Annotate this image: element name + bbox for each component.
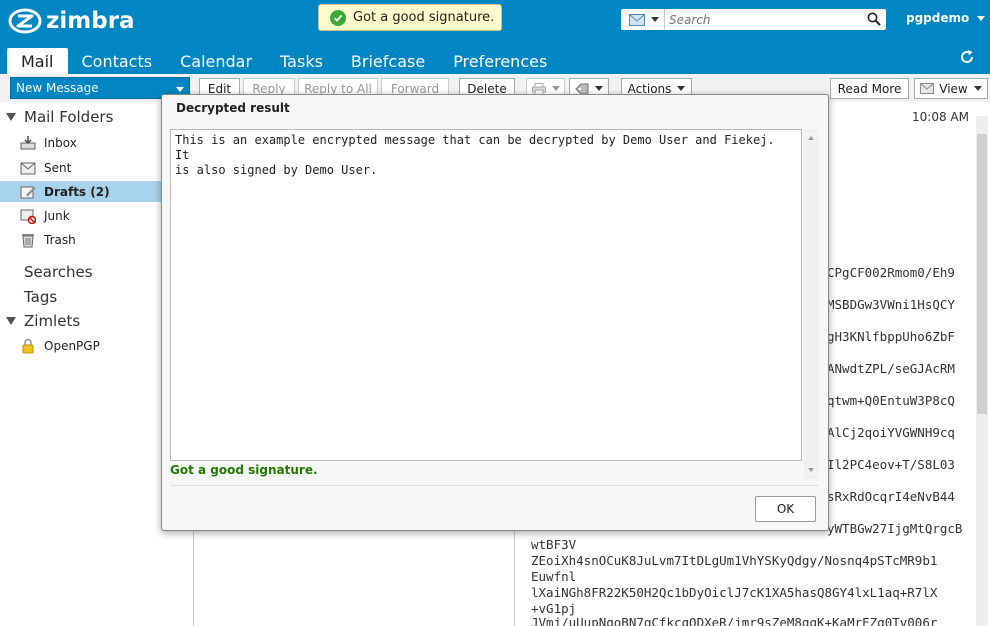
collapse-triangle-icon[interactable]	[6, 113, 16, 121]
refresh-button[interactable]	[958, 48, 976, 69]
pgp-line: Euwfnl	[531, 569, 577, 584]
pgp-line: +vG1pj	[531, 601, 577, 616]
tab-preferences[interactable]: Preferences	[439, 48, 561, 74]
read-more-button[interactable]: Read More	[830, 78, 909, 99]
check-circle-icon	[330, 9, 346, 26]
decrypted-text: This is an example encrypted message tha…	[175, 133, 775, 177]
search-icon	[867, 12, 881, 26]
signature-status: Got a good signature.	[170, 463, 318, 477]
tab-mail[interactable]: Mail	[7, 48, 68, 74]
mail-folders-label: Mail Folders	[24, 108, 114, 126]
refresh-icon	[961, 50, 974, 63]
dialog-scrollbar[interactable]	[804, 129, 818, 479]
chevron-down-icon[interactable]	[176, 87, 184, 92]
reading-scrollbar[interactable]	[976, 116, 988, 626]
sidebar-item-sent[interactable]: Sent	[0, 157, 162, 178]
pgp-line: sRxRdOcqrI4eNvB44	[827, 489, 955, 504]
tab-briefcase[interactable]: Briefcase	[337, 48, 439, 74]
pgp-line: yWTBGw27IjgMtQrgcB	[827, 521, 963, 536]
pgp-line: lXaiNGh8FR22K50H2Qc1bDyOiclJ7cK1XA5hasQ8…	[531, 585, 938, 600]
search-type-selector[interactable]	[621, 9, 665, 30]
sidebar-item-inbox[interactable]: Inbox	[0, 132, 162, 153]
username: pgpdemo	[906, 11, 970, 25]
folder-label: Trash	[44, 232, 76, 247]
top-header: zimbra Got a good signature. pgpdemo Mai…	[0, 0, 990, 74]
zimbra-logo-icon	[8, 8, 42, 34]
toast-text: Got a good signature.	[353, 10, 495, 25]
searches-header[interactable]: Searches	[24, 263, 93, 281]
pgp-line: Il2PC4eov+T/S8L03	[827, 457, 955, 472]
chevron-down-icon	[973, 86, 982, 91]
pgp-line: gH3KNlfbppUho6ZbF	[827, 329, 955, 344]
inbox-icon	[20, 135, 36, 151]
pgp-line: wtBF3V	[531, 537, 577, 552]
mail-folders-header[interactable]: Mail Folders	[6, 108, 113, 126]
ok-button[interactable]: OK	[755, 496, 816, 522]
sidebar-item-openpgp[interactable]: OpenPGP	[0, 335, 162, 356]
printer-icon	[531, 82, 546, 95]
sidebar-item-trash[interactable]: Trash	[0, 229, 162, 250]
envelope-icon	[920, 83, 935, 94]
zimlets-header[interactable]: Zimlets	[6, 312, 80, 330]
pgp-line: qtwm+Q0EntuW3P8cQ	[827, 393, 955, 408]
folder-label: Inbox	[44, 135, 77, 150]
chevron-down-icon	[595, 86, 603, 91]
decrypted-text-area[interactable]: This is an example encrypted message tha…	[170, 129, 802, 461]
search-button[interactable]	[867, 12, 881, 29]
app-tabs: Mail Contacts Calendar Tasks Briefcase P…	[0, 44, 561, 74]
new-message-label: New Message	[16, 81, 99, 95]
pgp-line: MSBDGw3VWni1HsQCY	[827, 297, 955, 312]
tab-contacts[interactable]: Contacts	[68, 48, 167, 74]
user-menu[interactable]: pgpdemo	[906, 11, 986, 25]
decrypted-result-dialog: Decrypted result This is an example encr…	[161, 94, 829, 531]
tab-calendar[interactable]: Calendar	[166, 48, 266, 74]
sidebar-item-drafts[interactable]: Drafts (2)	[0, 181, 162, 202]
folder-label: Drafts (2)	[44, 184, 110, 199]
view-button[interactable]: View	[914, 78, 988, 99]
dialog-divider	[170, 485, 818, 486]
drafts-icon	[20, 184, 36, 200]
lock-icon	[20, 338, 36, 354]
dialog-title: Decrypted result	[176, 101, 290, 115]
pgp-line: AlCj2qoiYVGWNH9cq	[827, 425, 955, 440]
chevron-down-icon	[551, 86, 560, 91]
zimbra-logo[interactable]: zimbra	[8, 7, 135, 35]
scrollbar-thumb[interactable]	[977, 134, 987, 414]
trash-icon	[20, 232, 36, 248]
tab-tasks[interactable]: Tasks	[266, 48, 337, 74]
chevron-down-icon	[977, 15, 986, 21]
tags-header[interactable]: Tags	[24, 288, 57, 306]
search-input[interactable]	[665, 10, 855, 29]
pgp-line: ZEoiXh4snOCuK8JuLvm7ItDLgUm1VhYSKyQdgy/N…	[531, 553, 938, 568]
scrollbar-arrows-icon	[808, 136, 814, 472]
pgp-line: CPgCF002Rmom0/Eh9	[827, 265, 955, 280]
chevron-down-icon	[677, 86, 686, 91]
sent-icon	[20, 160, 36, 176]
envelope-icon	[629, 13, 645, 26]
message-time: 10:08 AM	[912, 110, 969, 124]
junk-icon	[20, 208, 37, 224]
tag-icon	[575, 83, 589, 94]
folder-label: Junk	[44, 208, 70, 223]
folder-label: Sent	[44, 160, 72, 175]
zimlet-label: OpenPGP	[44, 338, 100, 353]
sidebar: Mail Folders Inbox Sent Drafts (2) Junk …	[0, 102, 162, 626]
pgp-line: JVmj/uUupNqoBN7qCfkcqODXeR/jmr9sZeM8qqK+…	[531, 615, 938, 626]
status-toast: Got a good signature.	[318, 4, 502, 31]
view-label: View	[939, 81, 968, 96]
chevron-down-icon	[651, 17, 659, 22]
search-bar	[621, 9, 886, 30]
brand-name: zimbra	[46, 8, 135, 34]
pgp-line: ANwdtZPL/seGJAcRM	[827, 361, 955, 376]
collapse-triangle-icon[interactable]	[6, 317, 16, 325]
sidebar-item-junk[interactable]: Junk	[0, 205, 162, 226]
zimlets-label: Zimlets	[24, 312, 81, 330]
